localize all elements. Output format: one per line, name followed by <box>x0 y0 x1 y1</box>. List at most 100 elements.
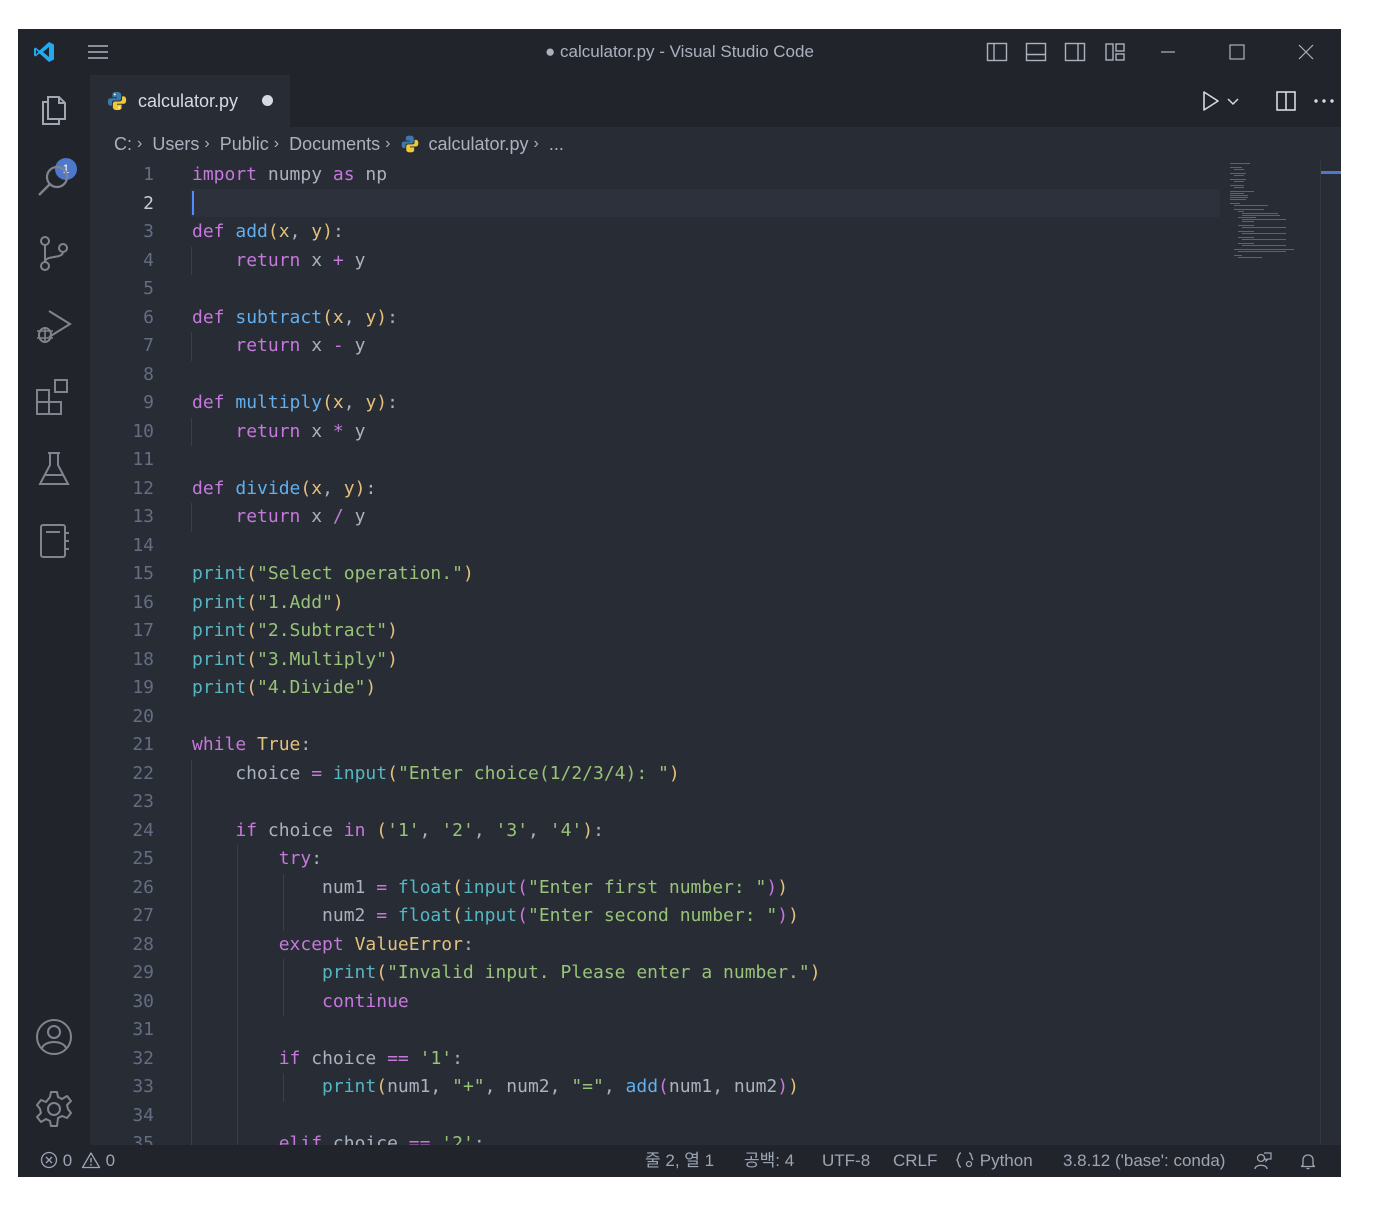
code-line[interactable]: 15 print("Select operation.") <box>90 560 1341 588</box>
file-encoding[interactable]: UTF-8 <box>822 1145 870 1177</box>
code-line[interactable]: 1 import numpy as np <box>90 161 1341 189</box>
search-icon[interactable] <box>34 161 74 201</box>
code-line[interactable]: 27 num2 = float(input("Enter second numb… <box>90 902 1341 930</box>
maximize-icon[interactable] <box>1225 40 1249 64</box>
code-token: num2 <box>192 905 377 926</box>
code-token: "Enter first number: " <box>527 876 767 898</box>
code-line[interactable]: 22 choice = input("Enter choice(1/2/3/4)… <box>90 760 1341 788</box>
code-line[interactable]: 34 <box>90 1102 1341 1130</box>
code-line[interactable]: 2 <box>90 190 1341 218</box>
code-line[interactable]: 6 def subtract(x, y): <box>90 304 1341 332</box>
code-token: in <box>343 819 366 841</box>
code-token: subtract <box>235 306 323 328</box>
feedback-icon[interactable] <box>1253 1151 1273 1171</box>
code-line[interactable]: 20 <box>90 703 1341 731</box>
testing-icon[interactable] <box>34 449 74 489</box>
settings-gear-icon[interactable] <box>34 1089 74 1129</box>
code-token: / <box>332 506 344 527</box>
breadcrumb-symbol[interactable]: ... <box>549 127 564 161</box>
code-line[interactable]: 3 def add(x, y): <box>90 218 1341 246</box>
source-control-icon[interactable] <box>34 233 74 273</box>
run-and-debug-icon[interactable] <box>34 305 74 345</box>
line-number: 27 <box>132 905 154 926</box>
code-token: '1' <box>387 819 420 841</box>
code-line[interactable]: 24 if choice in ('1', '2', '3', '4'): <box>90 817 1341 845</box>
code-editor[interactable]: 1 import numpy as np 2 3 def add(x, y): 4 ret… <box>90 161 1341 1145</box>
end-of-line[interactable]: CRLF <box>893 1145 937 1177</box>
code-line[interactable]: 10 return x * y <box>90 418 1341 446</box>
indent-guide <box>283 1073 284 1102</box>
code-token: "3.Multiply" <box>257 648 388 670</box>
code-token: : <box>300 734 312 755</box>
close-icon[interactable] <box>1294 40 1318 64</box>
code-line[interactable]: 18 print("3.Multiply") <box>90 646 1341 674</box>
code-line[interactable]: 26 num1 = float(input("Enter first numbe… <box>90 874 1341 902</box>
run-python-file-icon[interactable] <box>1198 89 1222 113</box>
minimap[interactable] <box>1228 161 1318 281</box>
chevron-down-icon[interactable] <box>1224 91 1242 111</box>
code-line[interactable]: 31 <box>90 1016 1341 1044</box>
breadcrumb-public[interactable]: Public <box>220 127 269 161</box>
code-line[interactable]: 16 print("1.Add") <box>90 589 1341 617</box>
split-editor-icon[interactable] <box>1274 89 1298 113</box>
code-line[interactable]: 9 def multiply(x, y): <box>90 389 1341 417</box>
code-line[interactable]: 19 print("4.Divide") <box>90 674 1341 702</box>
code-line[interactable]: 14 <box>90 532 1341 560</box>
line-number: 20 <box>132 705 154 727</box>
notebook-icon[interactable] <box>34 521 74 561</box>
code-line[interactable]: 33 print(num1, "+", num2, "=", add(num1,… <box>90 1073 1341 1101</box>
code-line[interactable]: 29 print("Invalid input. Please enter a … <box>90 959 1341 987</box>
more-actions-icon[interactable] <box>1312 89 1336 113</box>
code-token: , <box>322 477 344 499</box>
breadcrumb-file[interactable]: calculator.py <box>428 127 528 161</box>
code-text: print("3.Multiply") <box>192 646 398 674</box>
code-text: def subtract(x, y): <box>192 304 398 332</box>
code-line[interactable]: 35 elif choice == '2': <box>90 1130 1341 1145</box>
editor-scrollbar[interactable] <box>1320 161 1341 1145</box>
breadcrumb-documents[interactable]: Documents <box>289 127 380 161</box>
indentation[interactable]: 공백: 4 <box>744 1145 794 1177</box>
scrollbar-thumb[interactable] <box>1321 171 1341 174</box>
python-interpreter[interactable]: 3.8.12 ('base': conda) <box>1063 1145 1225 1177</box>
code-line[interactable]: 28 except ValueError: <box>90 931 1341 959</box>
line-number: 26 <box>132 876 154 898</box>
accounts-icon[interactable] <box>34 1017 74 1057</box>
code-line[interactable]: 11 <box>90 446 1341 474</box>
code-line[interactable]: 5 <box>90 275 1341 303</box>
code-line[interactable]: 8 <box>90 361 1341 389</box>
code-line[interactable]: 4 return x + y <box>90 247 1341 275</box>
code-token: multiply <box>235 392 323 413</box>
code-line[interactable]: 32 if choice == '1': <box>90 1045 1341 1073</box>
language-mode[interactable]: Python <box>955 1145 1033 1177</box>
minimize-icon[interactable] <box>1156 40 1180 64</box>
extensions-icon[interactable] <box>34 377 74 417</box>
code-line[interactable]: 21 while True: <box>90 731 1341 759</box>
unsaved-dot-icon[interactable] <box>262 95 273 106</box>
breadcrumb-drive[interactable]: C: <box>114 127 132 161</box>
code-token: ) <box>376 306 388 328</box>
toggle-secondary-sidebar-icon[interactable] <box>1063 40 1087 64</box>
chevron-right-icon: › <box>533 135 539 152</box>
code-line[interactable]: 13 return x / y <box>90 503 1341 531</box>
customize-layout-icon[interactable] <box>1103 40 1127 64</box>
code-line[interactable]: 25 try: <box>90 845 1341 873</box>
tab-calculator-py[interactable]: calculator.py <box>90 75 290 127</box>
indent-guide <box>191 246 192 275</box>
code-line[interactable]: 17 print("2.Subtract") <box>90 617 1341 645</box>
code-line[interactable]: 7 return x - y <box>90 332 1341 360</box>
tab-bar: calculator.py <box>90 75 1341 127</box>
toggle-primary-sidebar-icon[interactable] <box>985 40 1009 64</box>
line-number: 25 <box>132 848 154 869</box>
explorer-icon[interactable] <box>34 89 74 129</box>
breadcrumb-users[interactable]: Users <box>152 127 199 161</box>
notifications-bell-icon[interactable] <box>1298 1151 1318 1171</box>
cursor-position[interactable]: 줄 2, 열 1 <box>645 1145 714 1177</box>
code-line[interactable]: 30 continue <box>90 988 1341 1016</box>
toggle-panel-icon[interactable] <box>1024 40 1048 64</box>
code-line[interactable]: 12 def divide(x, y): <box>90 475 1341 503</box>
problems-indicator[interactable]: 0 0 <box>40 1145 115 1177</box>
code-line[interactable]: 23 <box>90 788 1341 816</box>
